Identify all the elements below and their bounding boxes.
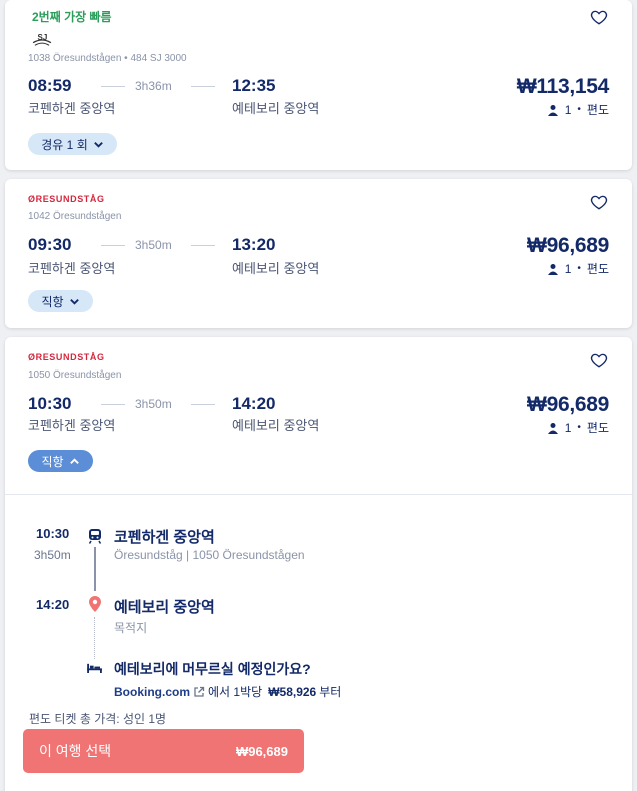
person-icon <box>547 422 558 434</box>
passenger-info: 1 • 편도 <box>547 419 609 436</box>
location-pin-icon <box>89 596 101 612</box>
heart-icon[interactable] <box>590 8 608 26</box>
stops-toggle[interactable]: 직항 <box>28 450 93 472</box>
separator-dot: • <box>577 422 581 433</box>
detail-duration: 3h50m <box>34 548 71 562</box>
separator-dot: • <box>577 104 581 115</box>
operator-logo: ØRESUNDSTÅG <box>28 352 105 362</box>
separator-dot: • <box>577 263 581 274</box>
trip-price: ₩113,154 <box>516 75 609 98</box>
route-vertical-line <box>94 547 96 591</box>
stops-label: 직항 <box>41 294 64 309</box>
route-line-left <box>101 245 125 246</box>
hotel-price: ₩58,926 <box>268 684 317 699</box>
from-station: 코펜하겐 중앙역 <box>28 418 116 433</box>
bed-icon <box>87 663 102 673</box>
passenger-info: 1 • 편도 <box>547 260 609 277</box>
fastest-badge: 2번째 가장 빠름 <box>32 10 112 24</box>
sj-logo-icon: SJ <box>32 33 52 46</box>
trip-type: 편도 <box>586 103 609 117</box>
select-trip-button[interactable]: 이 여행 선택 ₩96,689 <box>23 729 304 773</box>
heart-icon[interactable] <box>590 193 608 211</box>
passenger-count: 1 <box>564 261 572 276</box>
detail-from-sub: Öresundståg | 1050 Öresundstågen <box>114 548 305 562</box>
from-station: 코펜하겐 중앙역 <box>28 261 116 276</box>
chevron-up-icon <box>69 457 79 464</box>
route-line-left <box>101 86 125 87</box>
fare-summary: 편도 티켓 총 가격: 성인 1명 <box>29 712 167 726</box>
train-info: 1050 Öresundstågen <box>28 370 122 381</box>
hotel-question: 예테보리에 머무르실 예정인가요? <box>114 661 311 677</box>
depart-time: 10:30 <box>28 394 72 413</box>
trip-card-1[interactable]: 2번째 가장 빠름 SJ 1038 Öresundstågen • 484 SJ… <box>5 0 632 170</box>
passenger-info: 1 • 편도 <box>547 101 609 118</box>
trip-card-3[interactable]: ØRESUNDSTÅG 1050 Öresundstågen 10:30 3h5… <box>5 337 632 791</box>
chevron-down-icon <box>69 298 79 305</box>
train-info: 1042 Öresundstågen <box>28 211 122 222</box>
depart-time: 08:59 <box>28 76 72 95</box>
trip-type: 편도 <box>586 262 609 276</box>
detail-arrive-time: 14:20 <box>36 597 70 612</box>
booking-link[interactable]: Booking.com <box>114 685 190 699</box>
stops-toggle[interactable]: 경유 1 회 <box>28 133 117 155</box>
detail-to-station: 예테보리 중앙역 <box>114 599 215 616</box>
trip-price: ₩96,689 <box>527 393 609 416</box>
route-line-left <box>101 404 125 405</box>
select-trip-label: 이 여행 선택 <box>39 743 112 759</box>
operator-logo: ØRESUNDSTÅG <box>28 194 105 204</box>
select-trip-price: ₩96,689 <box>235 743 288 759</box>
route-line-right <box>191 245 215 246</box>
passenger-count: 1 <box>564 102 572 117</box>
stops-label: 직항 <box>41 454 64 469</box>
person-icon <box>547 263 558 275</box>
trip-duration: 3h36m <box>135 79 172 93</box>
trip-duration: 3h50m <box>135 238 172 252</box>
heart-icon[interactable] <box>590 351 608 369</box>
hotel-price-text: 에서 1박당 <box>208 685 263 699</box>
depart-time: 09:30 <box>28 235 72 254</box>
arrive-time: 14:20 <box>232 394 276 413</box>
stops-label: 경유 1 회 <box>41 137 88 152</box>
trip-duration: 3h50m <box>135 397 172 411</box>
chevron-down-icon <box>93 141 103 148</box>
route-dashed-line <box>94 617 95 659</box>
stops-toggle[interactable]: 직항 <box>28 290 93 312</box>
hotel-offer: Booking.com 에서 1박당 ₩58,926 부터 <box>114 683 341 700</box>
to-station: 예테보리 중앙역 <box>232 261 320 276</box>
detail-to-sub: 목적지 <box>114 621 148 635</box>
train-info: 1038 Öresundstågen • 484 SJ 3000 <box>28 53 187 64</box>
person-icon <box>547 104 558 116</box>
train-icon <box>88 529 102 544</box>
passenger-count: 1 <box>564 420 572 435</box>
external-link-icon[interactable] <box>193 686 205 698</box>
to-station: 예테보리 중앙역 <box>232 418 320 433</box>
trip-price: ₩96,689 <box>527 234 609 257</box>
hotel-price-suffix: 부터 <box>319 685 342 699</box>
from-station: 코펜하겐 중앙역 <box>28 101 116 116</box>
details-divider <box>5 494 632 495</box>
trip-type: 편도 <box>586 421 609 435</box>
arrive-time: 12:35 <box>232 76 276 95</box>
detail-from-station: 코펜하겐 중앙역 <box>114 529 215 546</box>
route-line-right <box>191 86 215 87</box>
route-line-right <box>191 404 215 405</box>
trip-card-2[interactable]: ØRESUNDSTÅG 1042 Öresundstågen 09:30 3h5… <box>5 179 632 328</box>
to-station: 예테보리 중앙역 <box>232 101 320 116</box>
arrive-time: 13:20 <box>232 235 276 254</box>
detail-depart-time: 10:30 <box>36 526 70 541</box>
